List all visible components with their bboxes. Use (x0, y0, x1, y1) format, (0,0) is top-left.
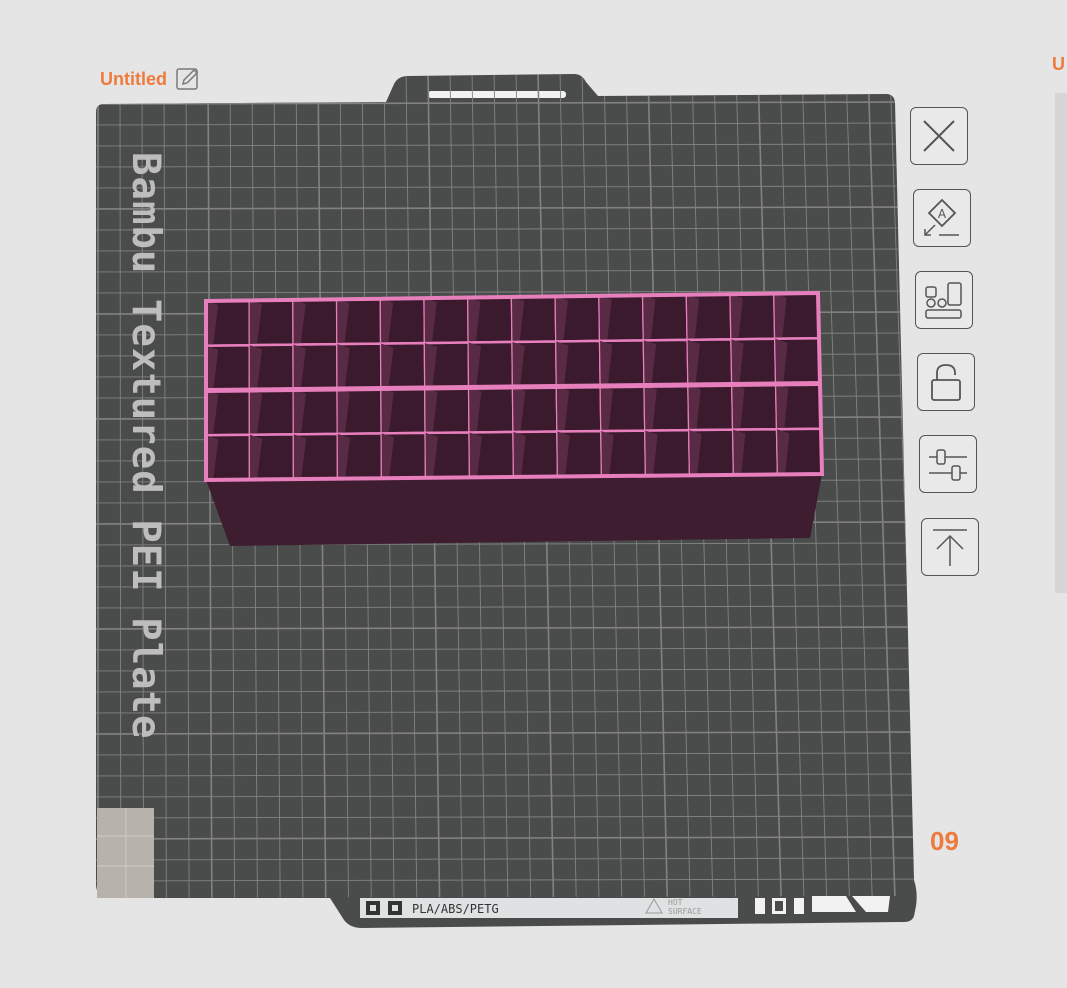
orient-icon: A (924, 198, 959, 236)
close-icon (923, 120, 955, 152)
lock-button[interactable] (917, 353, 975, 411)
model-cells (204, 291, 824, 482)
arrange-icon (925, 282, 962, 319)
delete-plate-button[interactable] (910, 107, 968, 165)
plate-settings-button[interactable] (919, 435, 977, 493)
plate-handle (428, 91, 566, 98)
bed-label: Bambu Textured PEI Plate (123, 152, 168, 740)
move-to-top-button[interactable] (921, 518, 979, 576)
svg-text:A: A (938, 207, 947, 221)
lock-icon (931, 364, 961, 401)
sliders-icon (929, 449, 967, 481)
model-grid-organizer[interactable] (204, 290, 825, 546)
warning-line2: SURFACE (668, 907, 702, 916)
arrange-button[interactable] (915, 271, 973, 329)
model-front-face (206, 474, 822, 546)
warning-line1: HOT (668, 898, 683, 907)
arrow-up-icon (933, 529, 967, 566)
auto-orient-button[interactable]: A (913, 189, 971, 247)
build-plate-view[interactable]: Bambu Textured PEI Plate PLA/ABS/PETG HO… (0, 0, 1067, 988)
plate-number: 09 (930, 826, 959, 856)
material-label: PLA/ABS/PETG (412, 902, 499, 916)
grid-line-h (90, 942, 920, 944)
